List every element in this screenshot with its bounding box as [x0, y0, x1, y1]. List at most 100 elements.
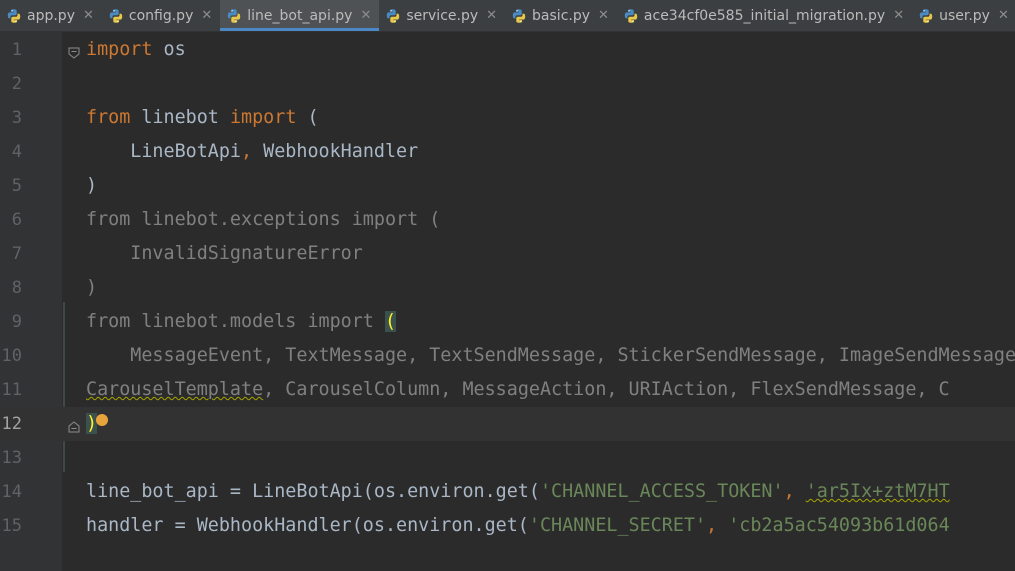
code-token: 'CHANNEL_ACCESS_TOKEN'	[539, 481, 784, 502]
tab-label: ace34cf0e585_initial_migration.py	[643, 7, 886, 24]
code-token: from linebot.models import	[86, 311, 385, 332]
code-token: (	[384, 311, 397, 332]
code-token: , CarouselColumn, MessageAction, URIActi…	[263, 379, 950, 400]
tab-user-py[interactable]: user.py ✕	[912, 0, 1015, 31]
tab-ace34cf0e585-initial-migration-py[interactable]: ace34cf0e585_initial_migration.py ✕	[617, 0, 912, 31]
tab-line-bot-api-py[interactable]: line_bot_api.py ✕	[220, 0, 380, 31]
fold-marker-icon[interactable]	[68, 418, 80, 433]
code-token: (	[296, 107, 319, 128]
code-token: handler = WebhookHandler(os.environ.get(	[86, 515, 529, 536]
code-text[interactable]: InvalidSignatureError	[86, 237, 363, 271]
tab-basic-py[interactable]: basic.py ✕	[505, 0, 617, 31]
lightbulb-icon[interactable]	[96, 414, 108, 426]
code-text[interactable]: handler = WebhookHandler(os.environ.get(…	[86, 509, 950, 543]
code-text[interactable]: LineBotApi, WebhookHandler	[86, 135, 418, 169]
close-icon[interactable]: ✕	[83, 8, 94, 23]
line-number: 3	[11, 108, 22, 128]
close-icon[interactable]: ✕	[998, 8, 1009, 23]
code-token: 'CHANNEL_SECRET'	[528, 515, 707, 536]
line-number: 10	[1, 346, 22, 366]
python-file-icon	[511, 8, 527, 24]
tab-app-py[interactable]: app.py ✕	[0, 0, 102, 31]
code-line[interactable]: 15 handler = WebhookHandler(os.environ.ge…	[0, 509, 1015, 543]
line-number: 7	[11, 244, 22, 264]
code-text[interactable]: MessageEvent, TextMessage, TextSendMessa…	[86, 339, 1015, 373]
line-number: 4	[11, 142, 22, 162]
line-number: 2	[11, 74, 22, 94]
close-icon[interactable]: ✕	[360, 8, 371, 23]
code-token: CarouselTemplate	[86, 379, 264, 400]
code-line[interactable]: 12)	[0, 407, 1015, 441]
code-line[interactable]: 9 from linebot.models import (	[0, 305, 1015, 339]
code-line[interactable]: 7 InvalidSignatureError	[0, 237, 1015, 271]
tab-label: user.py	[939, 7, 990, 24]
line-number: 1	[11, 40, 22, 60]
code-line[interactable]: 10 MessageEvent, TextMessage, TextSendMe…	[0, 339, 1015, 373]
line-number: 15	[1, 516, 22, 536]
code-line[interactable]: 14 line_bot_api = LineBotApi(os.environ.g…	[0, 475, 1015, 509]
code-token: LineBotApi	[86, 141, 242, 162]
line-number: 6	[11, 210, 22, 230]
code-token: line_bot_api = LineBotApi(os.environ.get…	[86, 481, 540, 502]
code-line[interactable]: 4 LineBotApi, WebhookHandler	[0, 135, 1015, 169]
line-number: 14	[1, 482, 22, 502]
line-number: 9	[11, 312, 22, 332]
fold-marker-icon[interactable]	[68, 44, 80, 59]
tab-label: app.py	[27, 7, 75, 24]
code-text[interactable]: line_bot_api = LineBotApi(os.environ.get…	[86, 475, 950, 509]
line-number: 12	[0, 407, 22, 441]
tab-label: basic.py	[532, 7, 591, 24]
python-file-icon	[623, 8, 639, 24]
python-file-icon	[226, 8, 242, 24]
code-token: )	[86, 277, 98, 298]
code-line[interactable]: 1 import os	[0, 33, 1015, 67]
code-line[interactable]: 11 CarouselTemplate, CarouselColumn, Mess…	[0, 373, 1015, 407]
code-line[interactable]: 6 from linebot.exceptions import (	[0, 203, 1015, 237]
code-token: ,	[706, 515, 729, 536]
code-line[interactable]: 5)	[0, 169, 1015, 203]
code-token: )	[86, 413, 98, 434]
code-token: WebhookHandler	[252, 141, 419, 162]
code-text[interactable]: )	[86, 271, 97, 305]
python-file-icon	[108, 8, 124, 24]
tab-label: service.py	[406, 7, 479, 24]
line-number: 11	[1, 380, 22, 400]
code-text[interactable]: from linebot.exceptions import (	[86, 203, 440, 237]
line-number: 8	[11, 278, 22, 298]
code-editor[interactable]: 1 import os 2 3 from linebot import (4 LineB…	[0, 32, 1015, 571]
code-token: import	[229, 107, 297, 128]
code-line[interactable]: 2	[0, 67, 1015, 101]
line-number: 5	[11, 176, 22, 196]
code-token: os	[152, 39, 186, 60]
close-icon[interactable]: ✕	[893, 8, 904, 23]
tab-service-py[interactable]: service.py ✕	[379, 0, 505, 31]
tab-label: line_bot_api.py	[247, 7, 353, 24]
code-token: 'ar5Ix+ztM7HT	[805, 481, 950, 502]
code-token: from	[86, 107, 131, 128]
code-token: InvalidSignatureError	[86, 243, 363, 264]
close-icon[interactable]: ✕	[201, 8, 212, 23]
code-line[interactable]: 13	[0, 441, 1015, 475]
code-token: linebot	[130, 107, 230, 128]
close-icon[interactable]: ✕	[486, 8, 497, 23]
python-file-icon	[6, 8, 22, 24]
code-token: 'cb2a5ac54093b61d064	[728, 515, 950, 536]
code-text[interactable]: )	[86, 407, 98, 441]
code-text[interactable]: import os	[86, 33, 186, 67]
python-file-icon	[918, 8, 934, 24]
code-text[interactable]: CarouselTemplate, CarouselColumn, Messag…	[86, 373, 950, 407]
python-file-icon	[385, 8, 401, 24]
code-token: )	[86, 175, 98, 196]
code-text[interactable]: from linebot.models import (	[86, 305, 397, 339]
code-token: import	[86, 39, 153, 60]
tab-config-py[interactable]: config.py ✕	[102, 0, 220, 31]
code-line[interactable]: 8)	[0, 271, 1015, 305]
code-line[interactable]: 3 from linebot import (	[0, 101, 1015, 135]
close-icon[interactable]: ✕	[598, 8, 609, 23]
code-text[interactable]: from linebot import (	[86, 101, 319, 135]
code-token: ,	[783, 481, 806, 502]
line-number: 13	[1, 448, 22, 468]
code-text[interactable]: )	[86, 169, 97, 203]
editor-tab-bar: app.py ✕ config.py ✕ line_bot_api.py ✕ service…	[0, 0, 1015, 32]
tab-label: config.py	[128, 7, 194, 24]
